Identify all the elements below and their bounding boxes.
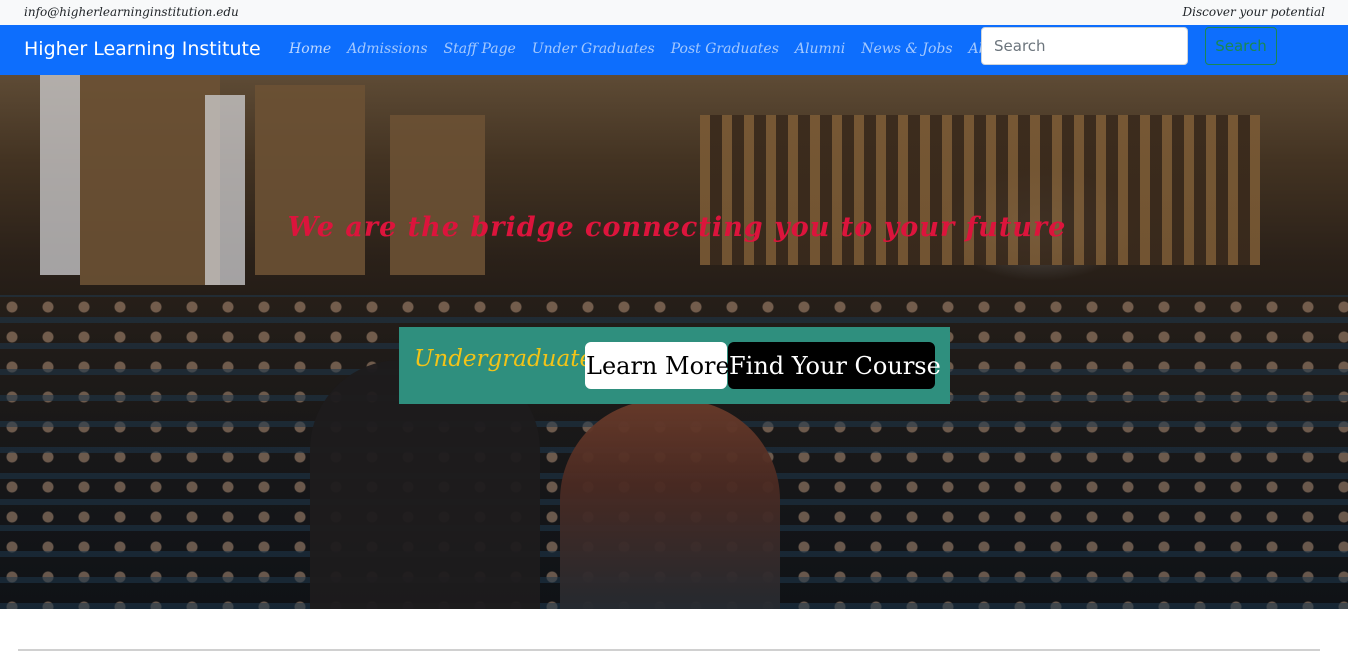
cta-label: Undergraduate: [414, 346, 594, 372]
curtain-left: [80, 75, 220, 285]
nav-link-admissions[interactable]: Admissions: [347, 41, 427, 57]
brand-link[interactable]: Higher Learning Institute: [24, 38, 261, 60]
nav-link-news-jobs[interactable]: News & Jobs: [861, 41, 952, 57]
nav-links: Home Admissions Staff Page Under Graduat…: [289, 41, 1034, 57]
nav-link-home[interactable]: Home: [289, 41, 331, 57]
hero-heading: We are the bridge connecting you to your…: [287, 212, 1067, 243]
top-info-bar: info@higherlearninginstitution.edu Disco…: [0, 0, 1348, 25]
listener-silhouette: [560, 400, 780, 609]
tagline: Discover your potential: [1182, 5, 1326, 19]
nav-link-staff-page[interactable]: Staff Page: [444, 41, 516, 57]
section-divider: [18, 649, 1320, 651]
pillar-center-left: [205, 95, 245, 285]
pillar-left: [40, 75, 80, 275]
search-input[interactable]: [981, 27, 1188, 65]
search-button[interactable]: Search: [1205, 27, 1277, 65]
hero-banner: We are the bridge connecting you to your…: [0, 75, 1348, 609]
cta-box: Undergraduate Learn More Find Your Cours…: [399, 327, 950, 404]
curtain-center-left: [255, 85, 365, 275]
main-navbar: Higher Learning Institute Home Admission…: [0, 25, 1348, 75]
contact-email: info@higherlearninginstitution.edu: [24, 5, 239, 19]
learn-more-button[interactable]: Learn More: [585, 342, 730, 389]
curtain-center: [390, 115, 485, 275]
find-your-course-button[interactable]: Find Your Course: [728, 342, 941, 389]
nav-link-alumni[interactable]: Alumni: [795, 41, 845, 57]
nav-link-under-graduates[interactable]: Under Graduates: [532, 41, 655, 57]
nav-link-post-graduates[interactable]: Post Graduates: [671, 41, 779, 57]
